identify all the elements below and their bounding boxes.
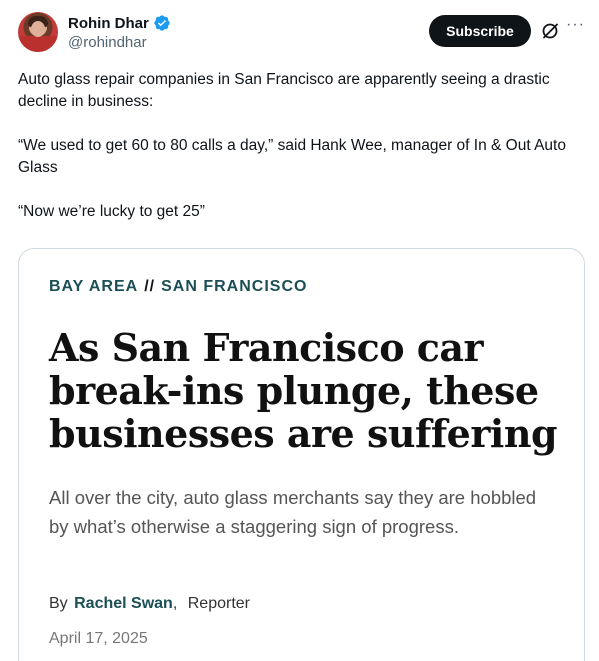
kicker-subsection: SAN FRANCISCO [161,278,308,295]
tweet-paragraph: “Now we’re lucky to get 25” [18,203,205,220]
display-name[interactable]: Rohin Dhar [68,15,149,32]
author-block: Rohin Dhar @rohindhar [68,14,171,51]
byline-author: Rachel Swan [74,595,173,612]
article-date: April 17, 2025 [49,630,148,647]
kicker-section: BAY AREA [49,278,139,295]
article-headline: As San Francisco car break-ins plunge, t… [49,325,558,456]
article-byline: By Rachel Swan, Reporter [49,595,250,613]
article-kicker: BAY AREA // SAN FRANCISCO [49,278,307,296]
grok-icon[interactable] [540,21,560,41]
tweet-paragraph: Auto glass repair companies in San Franc… [18,71,550,110]
kicker-separator: // [144,278,156,295]
article-dek: All over the city, auto glass merchants … [49,487,537,537]
tweet-header: Rohin Dhar @rohindhar Subscribe ··· [18,12,588,56]
more-icon[interactable]: ··· [566,17,586,38]
handle[interactable]: @rohindhar [68,34,171,51]
tweet-paragraph: “We used to get 60 to 80 calls a day,” s… [18,137,566,176]
subscribe-button[interactable]: Subscribe [429,15,531,47]
article-card[interactable]: BAY AREA // SAN FRANCISCO As San Francisco… [18,248,585,661]
byline-by: By [49,595,68,612]
byline-role: Reporter [187,595,250,612]
tweet-text: Auto glass repair companies in San Franc… [18,69,583,223]
byline-comma: , [172,595,178,612]
verified-badge-icon[interactable] [153,14,171,32]
avatar[interactable] [18,12,58,52]
